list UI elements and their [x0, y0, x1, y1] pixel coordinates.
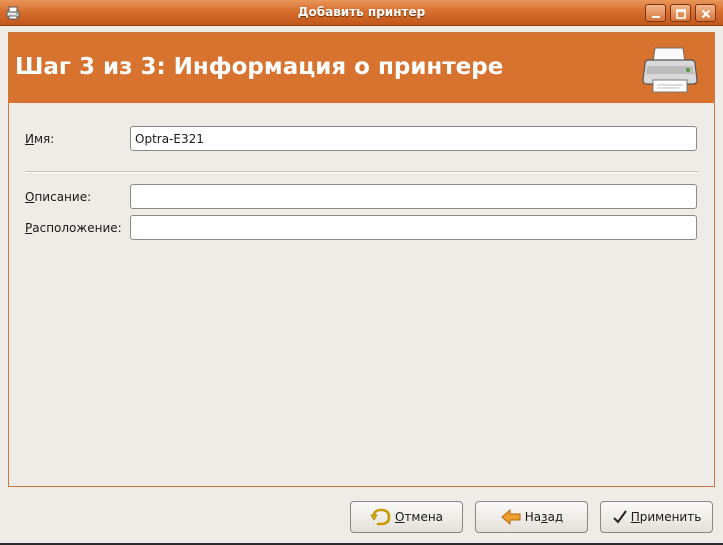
- undo-arrow-icon: [370, 508, 391, 526]
- separator: [25, 171, 698, 173]
- window-title: Добавить принтер: [297, 5, 426, 19]
- description-input[interactable]: [130, 184, 697, 209]
- maximize-button[interactable]: [670, 4, 691, 22]
- description-label: Описание:: [25, 190, 92, 204]
- name-input[interactable]: [130, 126, 697, 151]
- dialog-body: Шаг 3 из 3: Информация о принтере Имя: О…: [0, 26, 723, 545]
- close-icon: [701, 9, 711, 19]
- minimize-button[interactable]: [645, 4, 666, 22]
- cancel-button[interactable]: Отмена: [350, 501, 463, 533]
- printer-icon: [642, 47, 698, 93]
- location-input[interactable]: [130, 215, 697, 240]
- page-title: Шаг 3 из 3: Информация о принтере: [15, 54, 504, 80]
- location-label: Расположение:: [25, 221, 122, 235]
- step-banner: Шаг 3 из 3: Информация о принтере: [9, 33, 714, 103]
- apply-button[interactable]: Применить: [600, 501, 713, 533]
- close-button[interactable]: [695, 4, 716, 22]
- minimize-icon: [652, 16, 660, 18]
- content-frame: Шаг 3 из 3: Информация о принтере Имя: О…: [8, 32, 715, 487]
- back-arrow-icon: [501, 508, 521, 526]
- window-titlebar[interactable]: Добавить принтер: [0, 0, 723, 26]
- checkmark-icon: [612, 510, 627, 524]
- maximize-icon: [676, 9, 686, 19]
- name-label: Имя:: [25, 132, 55, 146]
- back-button[interactable]: Назад: [475, 501, 588, 533]
